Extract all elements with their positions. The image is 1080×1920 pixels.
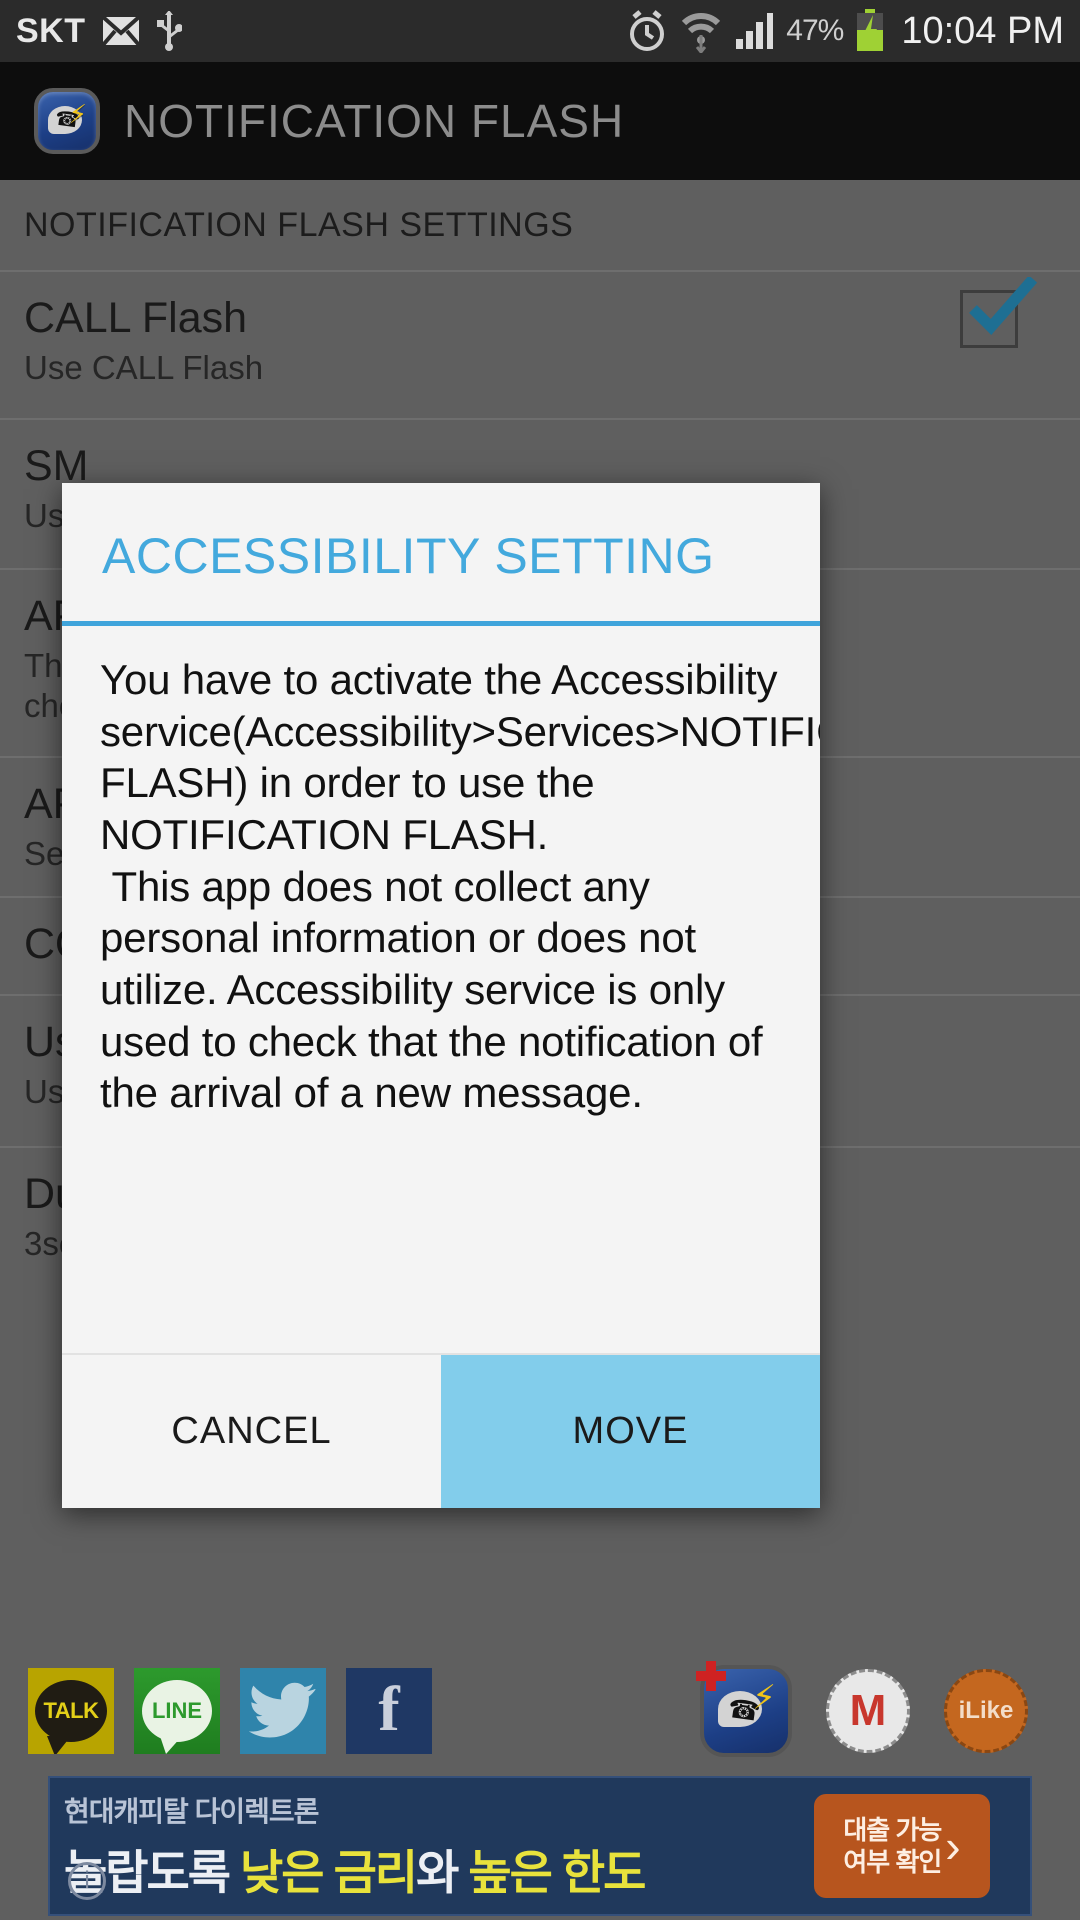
status-bar: SKT 47% 10:04 PM	[0, 0, 1080, 62]
chevron-right-icon: ›	[945, 1820, 961, 1872]
ad-headline-part-4: 높은 한도	[468, 1845, 646, 1899]
app-bar: ☎ ⚡ NOTIFICATION FLASH	[0, 62, 1080, 180]
ad-cta-line-1: 대출 가능	[843, 1814, 942, 1845]
carrier-label: SKT	[16, 11, 86, 50]
ad-text-block: 현대캐피탈 다이렉트론 놀랍도록 낮은 금리와 높은 한도	[64, 1790, 814, 1903]
dock-right-group: ☎ ⚡ M iLike	[696, 1661, 1028, 1757]
ad-cta-line-2: 여부 확인	[843, 1847, 942, 1877]
wifi-icon	[680, 9, 722, 53]
alarm-icon	[626, 9, 668, 53]
ad-headline-part-3: 와	[416, 1845, 469, 1899]
battery-percent: 47%	[786, 14, 844, 47]
status-bar-left: SKT	[16, 11, 182, 51]
ad-cta-label: 대출 가능 여부 확인	[843, 1814, 942, 1879]
move-button[interactable]: MOVE	[441, 1355, 820, 1508]
ad-headline: 놀랍도록 낮은 금리와 높은 한도	[64, 1834, 814, 1903]
kakaotalk-icon[interactable]: TALK	[28, 1668, 114, 1754]
battery-charging-icon	[855, 9, 885, 53]
accessibility-setting-dialog: ACCESSIBILITY SETTING You have to activa…	[62, 483, 820, 1508]
ilike-label: iLike	[958, 1697, 1014, 1724]
red-plus-badge-icon	[696, 1661, 726, 1691]
ilike-icon[interactable]: iLike	[944, 1669, 1028, 1753]
lightning-bolt-icon: ⚡	[68, 99, 87, 129]
dialog-title: ACCESSIBILITY SETTING	[102, 528, 715, 584]
check-icon	[969, 277, 1037, 336]
signal-icon	[734, 11, 774, 51]
row-title: CALL Flash	[24, 294, 248, 342]
clock: 10:04 PM	[901, 9, 1064, 52]
facebook-label: f	[378, 1673, 400, 1744]
status-bar-right: 47% 10:04 PM	[626, 9, 1064, 53]
page-title: NOTIFICATION FLASH	[124, 95, 625, 147]
usb-icon	[156, 11, 182, 51]
notification-flash-shortcut-icon[interactable]: ☎ ⚡	[696, 1661, 792, 1757]
ad-banner[interactable]: 현대캐피탈 다이렉트론 놀랍도록 낮은 금리와 높은 한도 대출 가능 여부 확…	[48, 1776, 1032, 1916]
ad-brand: 현대캐피탈 다이렉트론	[64, 1795, 319, 1827]
cancel-button[interactable]: CANCEL	[62, 1355, 441, 1508]
lightning-bolt-icon: ⚡	[752, 1679, 776, 1717]
dialog-message: You have to activate the Accessibility s…	[100, 656, 820, 1117]
line-bubble-shape: LINE	[142, 1680, 212, 1754]
section-header: NOTIFICATION FLASH SETTINGS	[0, 180, 1080, 272]
gmail-label: M	[849, 1686, 887, 1735]
notification-flash-app-icon: ☎ ⚡	[34, 88, 100, 154]
kakaotalk-label: TALK	[43, 1698, 99, 1723]
setting-row-call-flash[interactable]: CALL Flash Use CALL Flash	[0, 272, 1080, 420]
row-subtitle: Use CALL Flash	[24, 349, 264, 387]
app-shortcut-dock: TALK LINE f ☎ ⚡ M iLike	[0, 1655, 1080, 1767]
twitter-icon[interactable]	[240, 1668, 326, 1754]
line-icon[interactable]: LINE	[134, 1668, 220, 1754]
facebook-icon[interactable]: f	[346, 1668, 432, 1754]
checkbox-call-flash[interactable]	[960, 277, 1037, 348]
dock-left-group: TALK LINE f	[28, 1668, 432, 1754]
gmail-icon[interactable]: M	[826, 1669, 910, 1753]
ad-cta-button[interactable]: 대출 가능 여부 확인 ›	[814, 1794, 990, 1898]
line-label: LINE	[151, 1698, 203, 1723]
message-icon	[101, 16, 140, 46]
dialog-button-bar: CANCEL MOVE	[62, 1353, 820, 1508]
kakaotalk-bubble-shape: TALK	[35, 1680, 107, 1754]
ad-headline-part-2: 낮은 금리	[240, 1845, 418, 1899]
twitter-bird-icon	[249, 1682, 316, 1738]
adchoices-icon[interactable]: i	[68, 1862, 106, 1900]
